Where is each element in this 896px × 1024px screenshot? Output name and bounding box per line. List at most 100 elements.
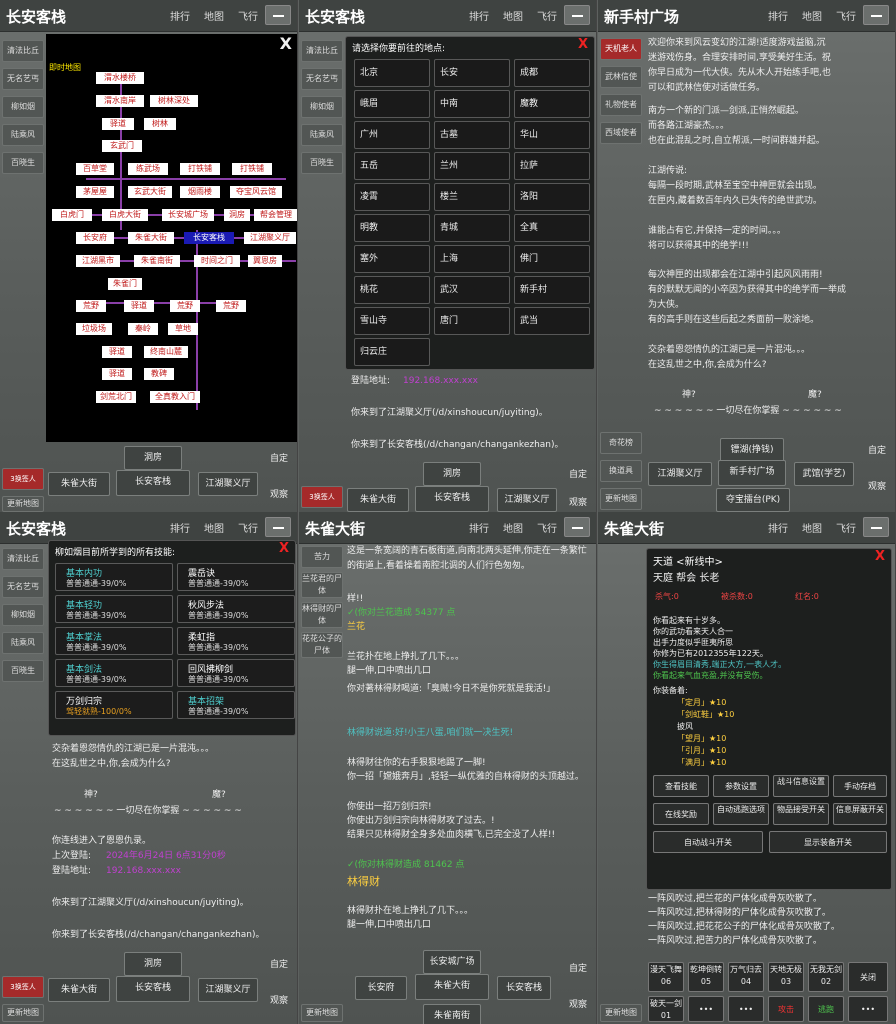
- map-node[interactable]: 草地: [168, 323, 198, 335]
- nav-button-right[interactable]: 江湖聚义厅: [198, 472, 258, 496]
- map-node[interactable]: 渭水南岸: [96, 95, 144, 107]
- map-node[interactable]: 江湖黑市: [76, 255, 120, 267]
- skill-slot[interactable]: 漫天飞舞06: [648, 962, 684, 992]
- map-node[interactable]: 洞房: [224, 209, 250, 221]
- map-node[interactable]: 练武场: [128, 163, 168, 175]
- map-node[interactable]: 驿道: [102, 118, 134, 130]
- auto-fight-toggle[interactable]: 自动战斗开关: [653, 831, 763, 853]
- place-option[interactable]: 新手村: [514, 276, 590, 304]
- corpse-button[interactable]: 花花公子的尸体: [301, 632, 343, 658]
- active-tag[interactable]: 3换签人: [301, 486, 343, 508]
- map-node[interactable]: 驿道: [124, 300, 154, 312]
- npc-button[interactable]: 礼物使者: [600, 94, 642, 116]
- place-option[interactable]: 华山: [514, 121, 590, 149]
- custom-button[interactable]: 自定: [565, 962, 591, 976]
- map-button[interactable]: 地图: [204, 520, 224, 535]
- nav-button-up[interactable]: 洞房: [124, 952, 182, 976]
- watch-button[interactable]: 观察: [266, 994, 292, 1008]
- skill-slot[interactable]: 无我无剑02: [808, 962, 844, 992]
- map-node[interactable]: 剑荒北门: [96, 391, 136, 403]
- nav-button-current[interactable]: 朱雀大街: [415, 974, 489, 1000]
- rank-button[interactable]: 排行: [768, 520, 788, 535]
- corpse-button[interactable]: 兰花君的尸体: [301, 572, 343, 598]
- close-icon[interactable]: X: [279, 541, 289, 556]
- nav-button-up[interactable]: 洞房: [423, 462, 481, 486]
- fly-button[interactable]: 飞行: [537, 520, 557, 535]
- custom-button[interactable]: 自定: [864, 444, 890, 458]
- npc-button[interactable]: 陆乘风: [2, 124, 44, 146]
- map-node[interactable]: 玄武门: [102, 140, 142, 152]
- skill-slot[interactable]: 破天一剑01: [648, 996, 684, 1022]
- nav-button-right[interactable]: 长安客栈: [497, 976, 551, 1000]
- custom-button[interactable]: 自定: [565, 468, 591, 482]
- map-node[interactable]: 时间之门: [194, 255, 240, 267]
- skill-item[interactable]: 基本剑法 普普通通-39/0%: [55, 659, 173, 687]
- map-node[interactable]: 帮会管理: [254, 209, 297, 221]
- place-option[interactable]: 中南: [434, 90, 510, 118]
- npc-button[interactable]: 天机老人: [600, 38, 642, 60]
- skill-item[interactable]: 回风拂柳剑 普普通通-39/0%: [177, 659, 295, 687]
- active-tag[interactable]: 3换签人: [2, 468, 44, 490]
- rank-button[interactable]: 排行: [469, 8, 489, 23]
- map-node[interactable]: 翼恩房: [248, 255, 282, 267]
- show-equip-toggle[interactable]: 显示装备开关: [769, 831, 887, 853]
- npc-button[interactable]: 百晓生: [2, 660, 44, 682]
- place-option[interactable]: 兰州: [434, 152, 510, 180]
- map-node[interactable]: 朱雀门: [108, 278, 142, 290]
- settings-button[interactable]: 参数设置: [713, 775, 769, 797]
- update-map-button[interactable]: 更新地图: [600, 1004, 642, 1022]
- fly-button[interactable]: 飞行: [537, 8, 557, 23]
- map-node[interactable]: 全真教入门: [150, 391, 200, 403]
- place-option[interactable]: 北京: [354, 59, 430, 87]
- nav-button-current[interactable]: 长安客栈: [116, 976, 190, 1002]
- place-option[interactable]: 魔教: [514, 90, 590, 118]
- close-skills-button[interactable]: 关闭: [848, 962, 888, 992]
- map-node[interactable]: 白虎门: [52, 209, 92, 221]
- nav-button-left[interactable]: 江湖聚义厅: [648, 462, 712, 486]
- map-button[interactable]: 地图: [204, 8, 224, 23]
- flee-button[interactable]: 逃跑: [808, 996, 844, 1022]
- skill-item[interactable]: 基本轻功 普普通通-39/0%: [55, 595, 173, 623]
- place-option[interactable]: 古墓: [434, 121, 510, 149]
- custom-button[interactable]: 自定: [266, 958, 292, 972]
- map-node[interactable]: 烟雨楼: [180, 186, 220, 198]
- nav-button-right[interactable]: 武馆(学艺): [794, 462, 854, 486]
- nav-button-down[interactable]: 朱雀南街: [423, 1004, 481, 1024]
- map-node[interactable]: 朱雀南街: [134, 255, 180, 267]
- map-node[interactable]: 树林: [144, 118, 176, 130]
- fly-button[interactable]: 飞行: [238, 520, 258, 535]
- npc-button[interactable]: 陆乘风: [2, 632, 44, 654]
- map-node[interactable]: 秦岭: [128, 323, 158, 335]
- battle-info-button[interactable]: 战斗信息设置: [773, 775, 829, 797]
- nav-button-right[interactable]: 江湖聚义厅: [497, 488, 557, 512]
- map-button[interactable]: 地图: [503, 8, 523, 23]
- skill-item[interactable]: 震岳诀 普普通通-39/0%: [177, 563, 295, 591]
- place-option[interactable]: 唐门: [434, 307, 510, 335]
- skill-item[interactable]: 秋风步法 普普通通-39/0%: [177, 595, 295, 623]
- map-node[interactable]: 白虎大街: [102, 209, 148, 221]
- skill-slot[interactable]: 天地无极03: [768, 962, 804, 992]
- update-map-button[interactable]: 更新地图: [2, 1004, 44, 1022]
- map-node[interactable]: 荒野: [76, 300, 106, 312]
- npc-button[interactable]: 柳如烟: [301, 96, 343, 118]
- more-slot[interactable]: •••: [728, 996, 764, 1022]
- more-slot[interactable]: •••: [688, 996, 724, 1022]
- close-icon[interactable]: X: [578, 37, 588, 52]
- place-option[interactable]: 成都: [514, 59, 590, 87]
- watch-button[interactable]: 观察: [266, 488, 292, 502]
- fly-button[interactable]: 飞行: [836, 520, 856, 535]
- save-button[interactable]: 手动存档: [833, 775, 887, 797]
- map-node[interactable]: 驿道: [102, 346, 132, 358]
- npc-button[interactable]: 百晓生: [301, 152, 343, 174]
- map-node[interactable]: 终南山麓: [144, 346, 188, 358]
- corpse-button[interactable]: 林得财的尸体: [301, 602, 343, 628]
- place-option[interactable]: 凌霄: [354, 183, 430, 211]
- place-option[interactable]: 归云庄: [354, 338, 430, 366]
- nav-button-current[interactable]: 长安客栈: [415, 486, 489, 512]
- map-node[interactable]: 百草堂: [76, 163, 114, 175]
- place-option[interactable]: 峨眉: [354, 90, 430, 118]
- map-node[interactable]: 垃圾场: [76, 323, 112, 335]
- map-node[interactable]: 江湖聚义厅: [244, 232, 296, 244]
- custom-button[interactable]: 自定: [266, 452, 292, 466]
- rank-button[interactable]: 排行: [170, 8, 190, 23]
